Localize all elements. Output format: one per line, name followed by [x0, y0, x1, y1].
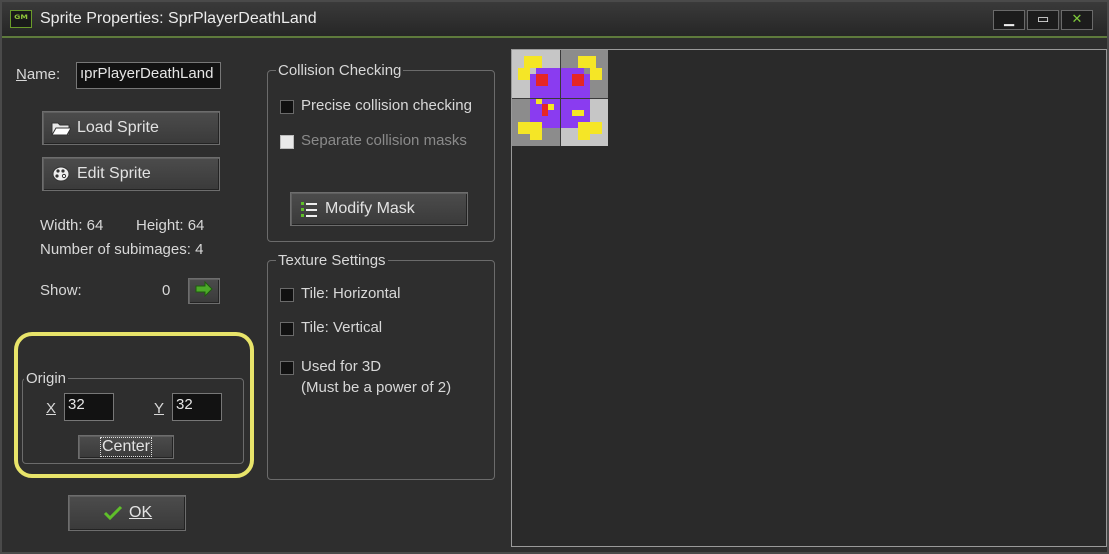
title-bar[interactable]: ᴳᴹ Sprite Properties: SprPlayerDeathLand… [2, 2, 1107, 38]
open-folder-icon [51, 119, 71, 137]
edit-sprite-button[interactable]: Edit Sprite [42, 157, 220, 191]
sprite-preview-panel[interactable] [511, 49, 1107, 547]
name-label: Name: [16, 66, 61, 83]
load-sprite-label: Load Sprite [77, 119, 159, 136]
checkmark-icon [103, 504, 123, 522]
height-info: Height: 64 [136, 217, 205, 234]
maximize-button[interactable]: ▭ [1027, 10, 1059, 30]
separate-masks-label: Separate collision masks [301, 132, 467, 149]
tile-horizontal-label[interactable]: Tile: Horizontal [301, 285, 400, 302]
minimize-button[interactable]: ▁ [993, 10, 1025, 30]
collision-group-label: Collision Checking [276, 62, 404, 79]
precise-collision-checkbox[interactable] [280, 100, 294, 114]
modify-mask-button[interactable]: Modify Mask [290, 192, 468, 226]
sprite-preview-image [512, 50, 608, 146]
tile-vertical-checkbox[interactable] [280, 322, 294, 336]
paint-palette-icon [51, 165, 71, 183]
ok-label: OK [129, 504, 153, 521]
ok-button[interactable]: OK [68, 495, 186, 531]
subimages-info: Number of subimages: 4 [40, 241, 204, 258]
used-for-3d-label[interactable]: Used for 3D [301, 358, 381, 375]
used-for-3d-note: (Must be a power of 2) [301, 379, 452, 396]
tile-horizontal-checkbox[interactable] [280, 288, 294, 302]
separate-masks-checkbox[interactable] [280, 135, 294, 149]
edit-sprite-label: Edit Sprite [77, 165, 151, 182]
gamemaker-logo-icon: ᴳᴹ [10, 10, 32, 28]
precise-collision-label[interactable]: Precise collision checking [301, 97, 472, 114]
width-info: Width: 64 [40, 217, 104, 234]
name-input[interactable]: ıprPlayerDeathLand [76, 62, 221, 89]
used-for-3d-checkbox[interactable] [280, 361, 294, 375]
sprite-properties-window: ᴳᴹ Sprite Properties: SprPlayerDeathLand… [0, 0, 1109, 554]
window-title: Sprite Properties: SprPlayerDeathLand [40, 10, 317, 27]
close-button[interactable]: ✕ [1061, 10, 1093, 30]
next-subimage-button[interactable] [188, 278, 220, 304]
modify-mask-label: Modify Mask [325, 200, 415, 217]
green-arrow-right-icon [194, 280, 214, 302]
mask-list-icon [299, 200, 319, 218]
texture-group-label: Texture Settings [276, 252, 388, 269]
origin-highlight-annotation [14, 332, 254, 478]
load-sprite-button[interactable]: Load Sprite [42, 111, 220, 145]
show-label: Show: [40, 282, 82, 299]
show-value: 0 [162, 282, 171, 299]
tile-vertical-label[interactable]: Tile: Vertical [301, 319, 382, 336]
